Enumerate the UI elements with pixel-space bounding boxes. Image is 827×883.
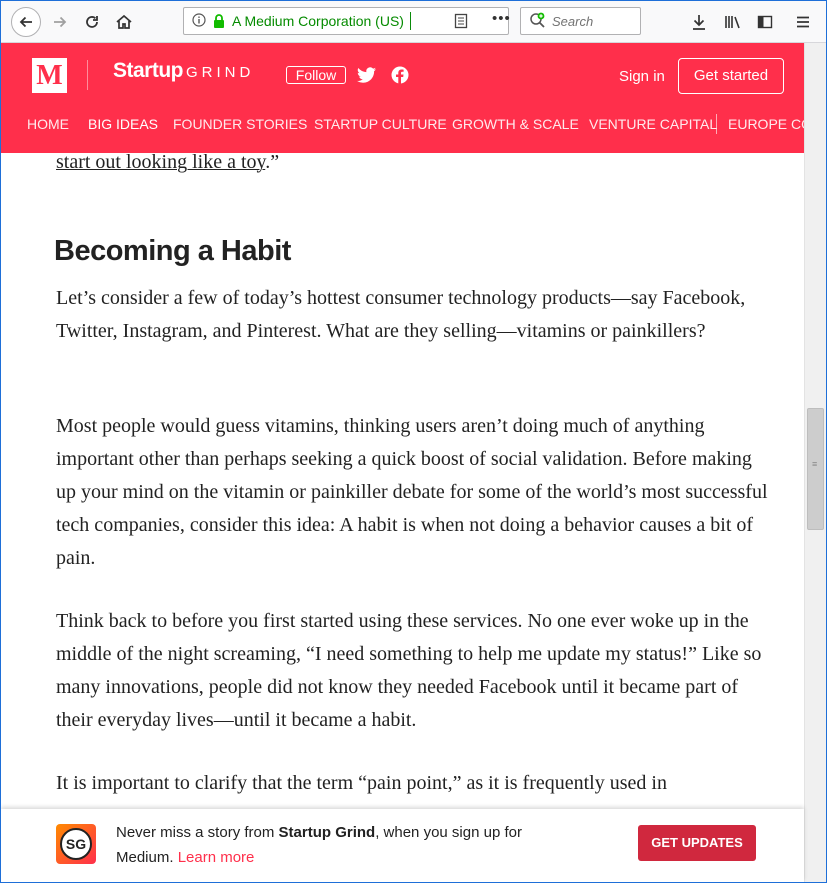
page-actions-icon[interactable]: ••• [492, 10, 511, 27]
grip-icon: ≡ [812, 459, 818, 469]
medium-logo[interactable]: M [32, 58, 67, 93]
logo-divider [87, 60, 88, 90]
get-started-button[interactable]: Get started [678, 58, 784, 94]
forward-button[interactable] [47, 9, 73, 35]
home-icon [116, 14, 132, 29]
page-scrollbar[interactable]: ≡ [804, 43, 826, 882]
logo-text: SG [60, 828, 92, 860]
lock-icon[interactable] [212, 13, 226, 34]
banner-publication-name: Startup Grind [278, 824, 376, 841]
startup-grind-logo: SG [56, 824, 96, 864]
arrow-right-icon [54, 16, 67, 28]
library-icon [725, 16, 740, 29]
url-separator [410, 12, 411, 30]
nav-item-big-ideas[interactable]: BIG IDEAS [88, 116, 158, 132]
follow-button[interactable]: Follow [286, 66, 346, 84]
sidebar-button[interactable] [753, 9, 777, 35]
download-icon [693, 15, 705, 30]
search-input[interactable]: Search [520, 7, 641, 35]
hamburger-icon [797, 16, 809, 28]
facebook-icon[interactable] [391, 66, 409, 89]
nav-item-home[interactable]: HOME [27, 116, 69, 132]
paragraph-tail: .” [265, 153, 280, 173]
back-button[interactable] [11, 7, 41, 37]
article-paragraph: start out looking like a toy.” [56, 153, 776, 179]
home-button[interactable] [111, 9, 137, 35]
inline-link[interactable]: start out looking like a toy [56, 153, 265, 173]
site-header: M Startup GRIND Follow Sign in Get starte… [1, 43, 812, 153]
nav-item-startup-culture[interactable]: STARTUP CULTURE [314, 116, 447, 132]
reader-view-icon[interactable] [454, 13, 468, 34]
menu-button[interactable] [791, 9, 815, 35]
learn-more-link[interactable]: Learn more [178, 849, 255, 866]
arrow-left-icon [19, 16, 32, 28]
reload-icon [86, 16, 98, 28]
nav-item-europe[interactable]: EUROPE CO [728, 116, 812, 132]
article-paragraph: Most people would guess vitamins, thinki… [56, 415, 768, 569]
brand-name-part: Startup [113, 59, 184, 82]
url-bar[interactable]: A Medium Corporation (US) ••• [183, 7, 511, 35]
scrollbar-thumb[interactable]: ≡ [807, 408, 824, 530]
twitter-icon[interactable] [357, 66, 377, 89]
site-identity[interactable]: A Medium Corporation (US) [232, 13, 404, 29]
search-placeholder: Search [552, 14, 594, 29]
browser-toolbar: A Medium Corporation (US) ••• Search [1, 1, 826, 43]
article-body: start out looking like a toy.” Becoming … [1, 153, 804, 809]
sign-in-link[interactable]: Sign in [619, 68, 665, 85]
article-paragraph: Let’s consider a few of today’s hottest … [56, 287, 746, 342]
sidebar-icon [757, 15, 773, 29]
nav-item-growth-scale[interactable]: GROWTH & SCALE [452, 116, 579, 132]
nav-item-founder-stories[interactable]: FOUNDER STORIES [173, 116, 307, 132]
banner-message: Never miss a story from Startup Grind, w… [116, 820, 576, 870]
nav-separator [716, 114, 717, 134]
section-heading: Becoming a Habit [54, 235, 291, 267]
subscribe-banner: SG Never miss a story from Startup Grind… [1, 809, 804, 882]
banner-text-part: Never miss a story from [116, 824, 279, 841]
reload-button[interactable] [79, 9, 105, 35]
nav-item-venture-capital[interactable]: VENTURE CAPITAL [589, 116, 717, 132]
info-icon[interactable] [192, 13, 206, 32]
publication-logo[interactable]: Startup GRIND [113, 59, 254, 83]
search-icon [529, 12, 547, 35]
article-paragraph: It is important to clarify that the term… [56, 772, 667, 794]
brand-name-part: GRIND [186, 64, 255, 81]
browser-window: A Medium Corporation (US) ••• Search M S… [0, 0, 827, 883]
library-button[interactable] [721, 9, 745, 35]
article-paragraph: Think back to before you first started u… [56, 610, 762, 731]
get-updates-button[interactable]: GET UPDATES [638, 825, 756, 861]
downloads-button[interactable] [687, 9, 711, 35]
